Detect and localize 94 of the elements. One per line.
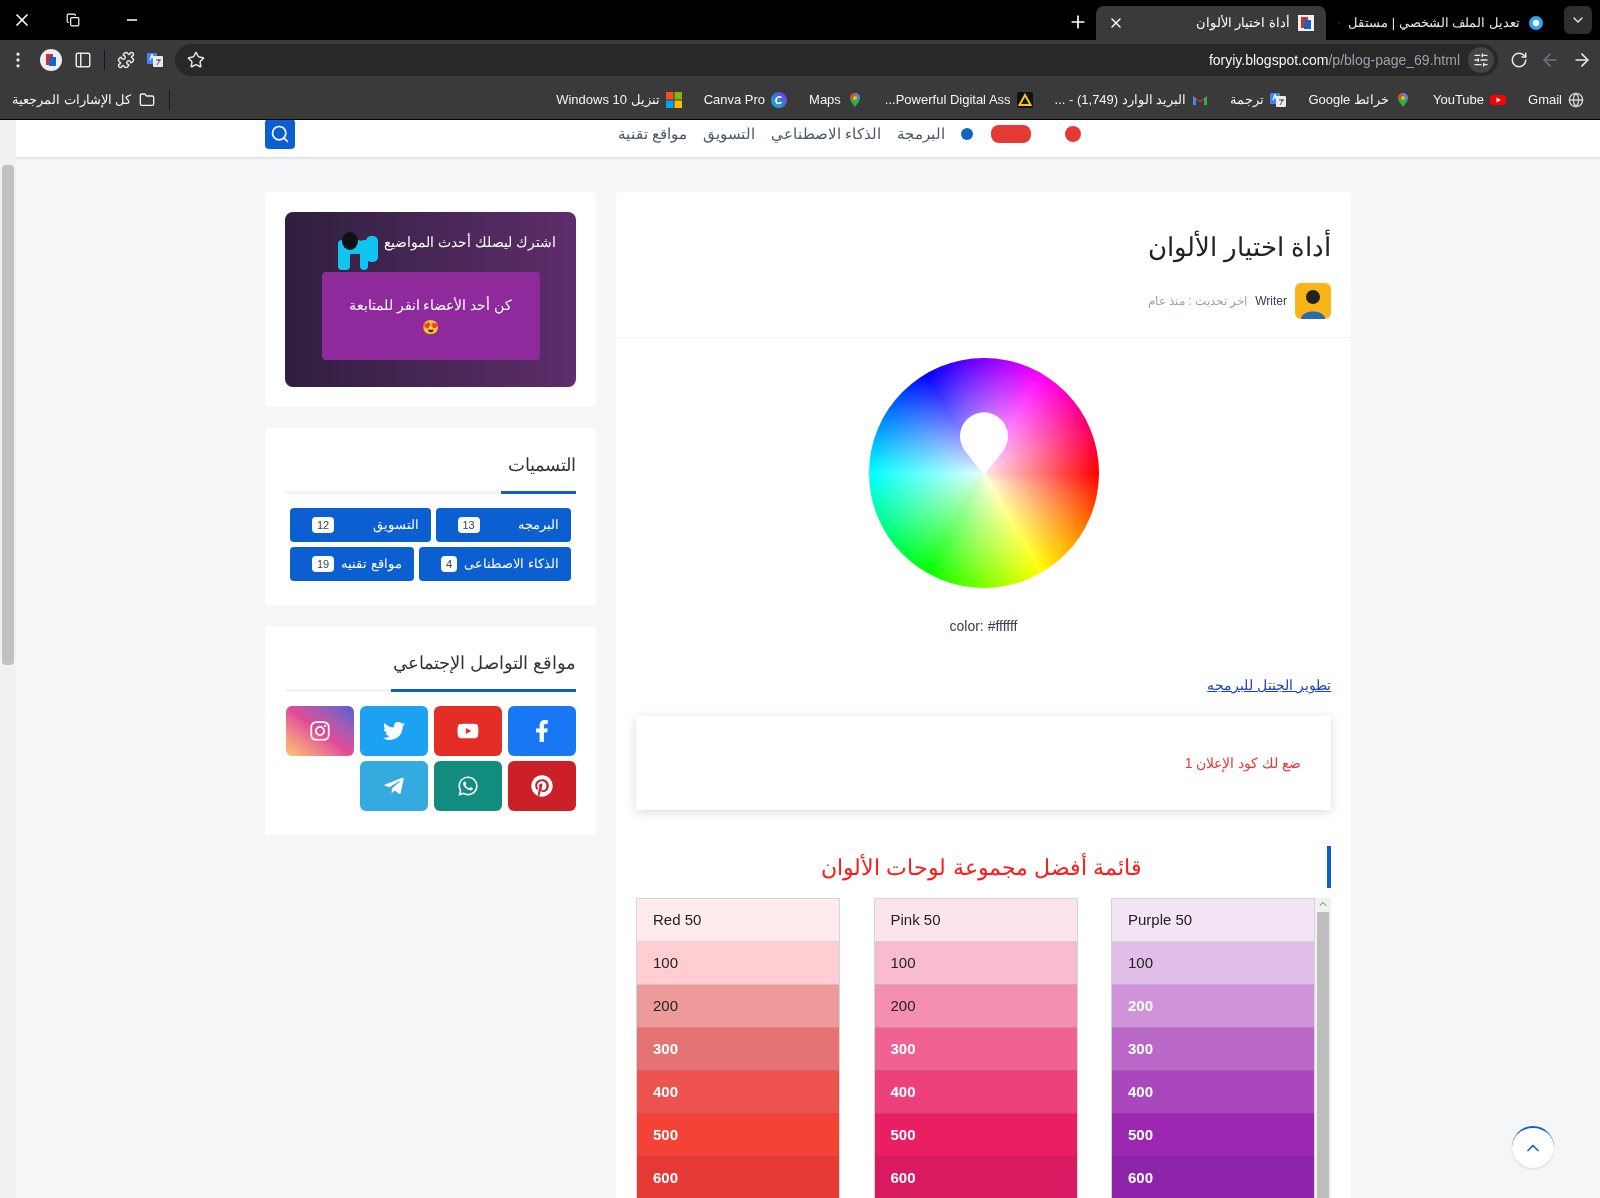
reload-icon[interactable] bbox=[1510, 51, 1528, 69]
color-swatch: 100 bbox=[1112, 942, 1314, 985]
subscribe-button[interactable]: كن أحد الأعضاء انقر للمتابعة 😍 bbox=[321, 272, 540, 360]
labels-title: التسميات bbox=[507, 454, 576, 477]
color-swatch: 100 bbox=[874, 942, 1077, 985]
instagram-icon bbox=[309, 720, 331, 742]
color-swatch: 400 bbox=[874, 1071, 1077, 1114]
bookmark-star-icon[interactable] bbox=[187, 51, 205, 69]
author-avatar bbox=[1295, 283, 1331, 319]
subscribe-title: اشترك ليصلك أحدث المواضيع bbox=[384, 232, 556, 253]
restore-icon[interactable] bbox=[66, 13, 80, 27]
nav-link[interactable]: مواقع تقنية bbox=[617, 122, 687, 146]
profile-avatar-icon[interactable] bbox=[40, 49, 62, 71]
article-link[interactable]: تطوير الجنتل للبرمجه bbox=[1207, 675, 1331, 696]
label-count: 12 bbox=[312, 516, 335, 534]
bookmark-item[interactable]: ترجمة bbox=[1226, 89, 1291, 110]
color-swatch: 400 bbox=[637, 1071, 839, 1114]
bookmark-item[interactable]: Maps bbox=[805, 89, 867, 110]
color-swatch: 200 bbox=[637, 985, 839, 1028]
pinterest-link[interactable] bbox=[508, 761, 576, 811]
color-swatch: 600 bbox=[1112, 1157, 1314, 1198]
translate-icon bbox=[1270, 91, 1287, 108]
folder-icon bbox=[139, 91, 156, 108]
side-panel-icon[interactable] bbox=[74, 51, 92, 69]
palettes-heading: قائمة أفضل مجموعة لوحات الألوان bbox=[821, 852, 1142, 883]
color-swatch: 200 bbox=[1112, 985, 1314, 1028]
translate-icon bbox=[147, 52, 163, 68]
ad-placeholder-text: ضع لك كود الإعلان 1 bbox=[1184, 753, 1301, 774]
pinterest-icon bbox=[531, 775, 553, 797]
facebook-link[interactable] bbox=[508, 706, 576, 756]
globe-icon bbox=[1568, 91, 1584, 108]
bookmark-item[interactable]: YouTube bbox=[1428, 89, 1511, 110]
updated-date: اخر تحديث : منذ عام bbox=[1147, 293, 1248, 310]
nav-link[interactable]: الذكاء الاصطناعي bbox=[770, 122, 881, 146]
bookmark-item[interactable]: Powerful Digital Ass... bbox=[880, 89, 1037, 110]
nav-link[interactable]: التسويق bbox=[702, 122, 755, 146]
triangle-icon bbox=[1016, 91, 1033, 108]
cartoon-figure-drawing bbox=[338, 232, 379, 270]
label-count: 19 bbox=[312, 555, 335, 573]
page-scrollbar[interactable] bbox=[0, 120, 16, 1198]
bookmark-item[interactable]: خرائط Google bbox=[1304, 89, 1415, 110]
scrollbar[interactable] bbox=[1315, 898, 1331, 1198]
color-reading: color: #ffffff bbox=[949, 617, 1018, 636]
nav-link[interactable]: البرمجة bbox=[897, 122, 945, 146]
color-swatch: 300 bbox=[1112, 1028, 1314, 1071]
twitter-icon bbox=[383, 720, 405, 742]
color-swatch: 400 bbox=[1112, 1071, 1314, 1114]
all-bookmarks-item[interactable]: كل الإشارات المرجعية bbox=[12, 89, 156, 110]
youtube-link[interactable] bbox=[434, 706, 502, 756]
color-swatch: 600 bbox=[637, 1157, 839, 1198]
instagram-link[interactable] bbox=[286, 706, 354, 756]
tab-title: تعديل الملف الشخصي | مستقل bbox=[1348, 14, 1520, 33]
color-swatch: 500 bbox=[637, 1114, 839, 1157]
tab-title: أداة اختيار الألوان bbox=[1194, 14, 1290, 33]
tab-list-button[interactable] bbox=[1564, 6, 1592, 34]
post-title: أداة اختيار الألوان bbox=[636, 228, 1331, 267]
search-button[interactable] bbox=[265, 120, 295, 149]
color-swatch: 300 bbox=[637, 1028, 839, 1071]
color-swatch: Red 50 bbox=[637, 899, 839, 942]
url-text: foryiy.blogspot.com/p/blog-page_69.html bbox=[1208, 50, 1460, 70]
label-count: 4 bbox=[441, 555, 458, 573]
color-swatch: 300 bbox=[874, 1028, 1077, 1071]
whatsapp-link[interactable] bbox=[434, 761, 502, 811]
bookmark-item[interactable]: Gmail bbox=[1524, 89, 1588, 110]
address-bar[interactable]: foryiy.blogspot.com/p/blog-page_69.html bbox=[175, 44, 1498, 76]
browser-tab[interactable]: تعديل الملف الشخصي | مستقل bbox=[1326, 6, 1556, 40]
color-picker-handle[interactable] bbox=[958, 411, 1009, 475]
telegram-icon bbox=[383, 775, 405, 797]
back-to-top-button[interactable] bbox=[1512, 1126, 1554, 1168]
social-title: مواقع التواصل الإجتماعي bbox=[392, 652, 576, 676]
settings-icon bbox=[1473, 52, 1489, 68]
label-count: 13 bbox=[457, 516, 480, 534]
extensions-icon[interactable] bbox=[117, 51, 135, 69]
bookmark-item[interactable]: تنزيل Windows 10 bbox=[552, 89, 686, 110]
color-swatch: 500 bbox=[874, 1114, 1077, 1157]
color-swatch: 500 bbox=[1112, 1114, 1314, 1157]
bookmark-item[interactable]: Canva Pro bbox=[699, 89, 792, 110]
color-swatch: Pink 50 bbox=[874, 899, 1077, 942]
search-icon bbox=[270, 124, 290, 144]
telegram-link[interactable] bbox=[360, 761, 428, 811]
color-swatch: 600 bbox=[874, 1157, 1077, 1198]
browser-tab[interactable]: أداة اختيار الألوان bbox=[1096, 6, 1326, 40]
twitter-link[interactable] bbox=[360, 706, 428, 756]
ring-icon bbox=[1528, 15, 1544, 31]
windows-logo-icon bbox=[665, 91, 682, 108]
whatsapp-icon bbox=[457, 775, 479, 797]
canva-logo-icon bbox=[771, 91, 788, 108]
site-settings-button[interactable] bbox=[1468, 47, 1494, 73]
color-swatch: Purple 50 bbox=[1112, 899, 1314, 942]
page-icon bbox=[1298, 15, 1314, 31]
color-swatch: 200 bbox=[874, 985, 1077, 1028]
bookmark-item[interactable]: البريد الوارد (1,749) - ... bbox=[1050, 89, 1213, 110]
color-swatch: 100 bbox=[637, 942, 839, 985]
author-name: Writer bbox=[1255, 293, 1287, 310]
